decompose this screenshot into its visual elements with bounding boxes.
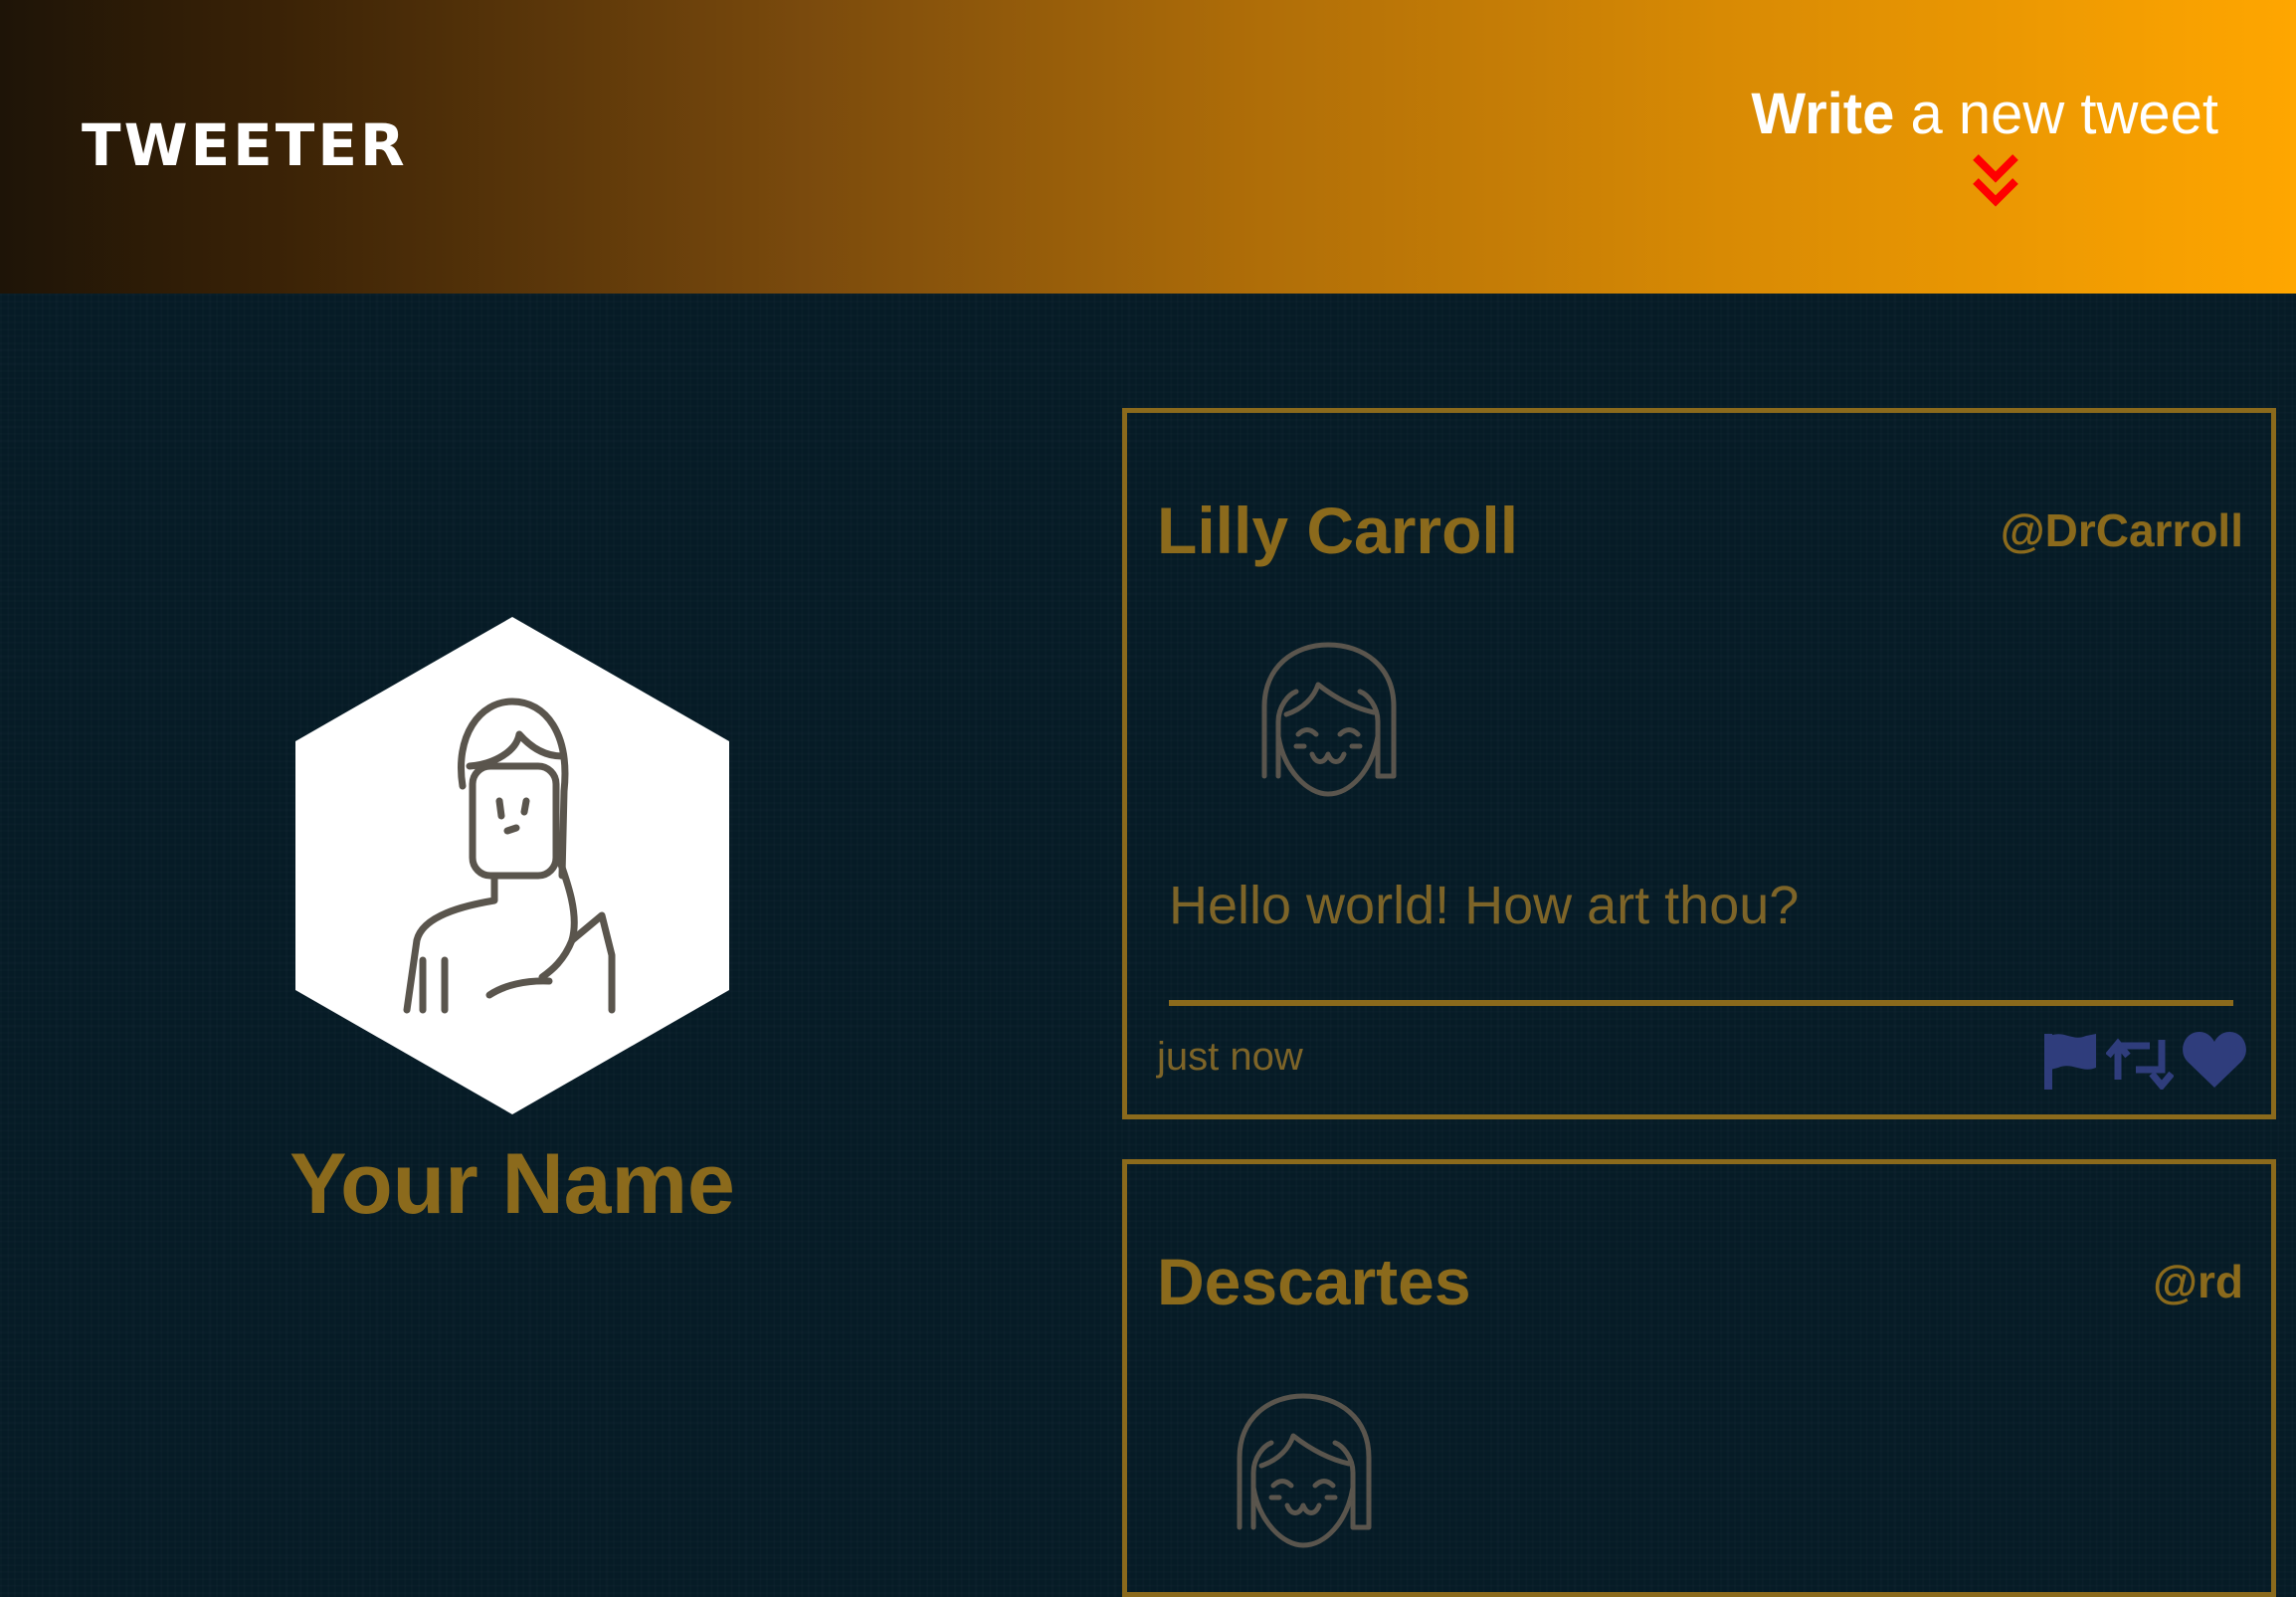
tweet-author-handle: @rd xyxy=(2153,1256,2243,1307)
tweet-divider xyxy=(1169,1000,2233,1006)
user-avatar-icon xyxy=(1237,1393,1372,1548)
tweet-author-name: Lilly Carroll xyxy=(1157,494,1519,567)
retweet-icon[interactable] xyxy=(2106,1030,2174,1090)
tweet-timestamp: just now xyxy=(1157,1035,1303,1079)
user-avatar-icon xyxy=(1261,642,1397,797)
tweet-author-handle: @DrCarroll xyxy=(2000,504,2243,556)
profile-name: Your Name xyxy=(289,1136,735,1232)
tweet-content: Hello world! How art thou? xyxy=(1169,876,1800,935)
top-nav: TWEETER Write a new tweet xyxy=(0,0,2296,294)
tweet-avatar xyxy=(1261,642,1397,797)
compose-toggle[interactable]: Write a new tweet xyxy=(1751,80,2218,219)
profile-avatar xyxy=(295,617,729,1114)
chevron-down-icon[interactable] xyxy=(1970,151,2021,213)
tweet-avatar xyxy=(1237,1393,1372,1548)
compose-label-rest: a new tweet xyxy=(1894,82,2218,146)
tweet-card: Lilly Carroll @DrCarroll Hello world! Ho… xyxy=(1122,408,2276,1119)
tweet-actions xyxy=(2042,1030,2251,1096)
compose-label-strong: Write xyxy=(1751,82,1895,146)
tweet-card: Descartes @rd xyxy=(1122,1159,2276,1597)
heart-icon[interactable] xyxy=(2182,1030,2247,1090)
profile-card: Your Name xyxy=(199,617,826,1254)
compose-label[interactable]: Write a new tweet xyxy=(1751,80,2218,149)
flag-icon[interactable] xyxy=(2042,1030,2098,1090)
tweet-author-name: Descartes xyxy=(1157,1245,1471,1318)
brand-logo[interactable]: TWEETER xyxy=(82,111,408,179)
